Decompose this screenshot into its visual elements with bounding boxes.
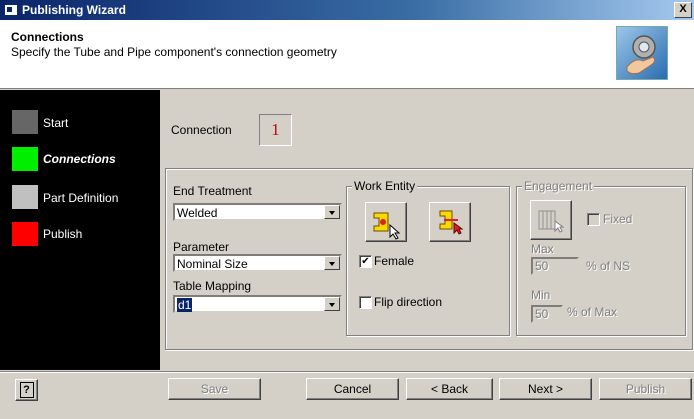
page-subtitle: Specify the Tube and Pipe component's co…	[11, 45, 337, 59]
step-start-indicator	[12, 110, 38, 134]
fixed-checkbox[interactable]	[587, 213, 600, 226]
max-input[interactable]: 50	[531, 257, 579, 275]
engagement-icon	[538, 210, 565, 233]
close-button[interactable]: X	[674, 2, 692, 18]
cancel-button[interactable]: Cancel	[306, 378, 399, 400]
page-title: Connections	[11, 30, 84, 44]
flip-direction-label: Flip direction	[374, 295, 443, 309]
engagement-group-label: Engagement	[522, 179, 595, 193]
next-button[interactable]: Next >	[499, 378, 592, 400]
step-publish-indicator	[12, 222, 38, 246]
help-button[interactable]: ?	[15, 379, 38, 401]
connection-number[interactable]: 1	[259, 114, 292, 146]
connection-label: Connection	[171, 123, 232, 137]
back-button[interactable]: < Back	[406, 378, 493, 400]
help-icon: ?	[19, 382, 34, 398]
save-button[interactable]: Save	[168, 378, 261, 400]
fixed-label: Fixed	[603, 212, 633, 226]
female-label: Female	[374, 254, 415, 268]
end-treatment-label: End Treatment	[173, 184, 252, 198]
min-unit-label: % of Max	[567, 305, 618, 319]
min-input[interactable]: 50	[531, 305, 563, 323]
female-checkbox[interactable]: ✔	[359, 255, 372, 268]
step-publish-label: Publish	[43, 227, 83, 241]
title-bar: Publishing Wizard X	[0, 0, 694, 20]
min-label: Min	[531, 288, 551, 302]
end-treatment-dropdown[interactable]: Welded	[173, 203, 342, 221]
max-label: Max	[531, 242, 554, 256]
wizard-header: Connections Specify the Tube and Pipe co…	[0, 20, 694, 89]
publish-button[interactable]: Publish	[599, 378, 692, 400]
table-mapping-dropdown[interactable]: d1	[173, 295, 342, 313]
step-part-definition-label: Part Definition	[43, 191, 119, 205]
select-alternate-entity-button[interactable]	[429, 202, 471, 242]
app-icon	[5, 5, 17, 15]
window-title: Publishing Wizard	[22, 3, 126, 17]
step-connections-label: Connections	[43, 152, 116, 166]
parameter-label: Parameter	[173, 240, 230, 254]
parameter-dropdown[interactable]: Nominal Size	[173, 254, 342, 272]
flip-direction-checkbox[interactable]	[359, 296, 372, 309]
step-part-definition-indicator	[12, 185, 38, 209]
work-entity-group-label: Work Entity	[352, 179, 418, 193]
chevron-down-icon[interactable]	[324, 205, 340, 219]
chevron-down-icon[interactable]	[324, 297, 340, 311]
main-panel: Connection 1 End Treatment Welded Parame…	[162, 92, 694, 372]
footer-separator	[0, 371, 694, 373]
engagement-button[interactable]	[530, 200, 572, 240]
step-start-label: Start	[43, 116, 69, 130]
work-entity-select-icon	[373, 212, 401, 240]
parameter-value: Nominal Size	[177, 257, 248, 271]
work-entity-alt-icon	[439, 210, 464, 235]
select-work-entity-button[interactable]	[365, 202, 407, 242]
step-connections-indicator	[12, 147, 38, 171]
end-treatment-value: Welded	[177, 206, 218, 220]
hand-gear-icon	[616, 26, 668, 80]
table-mapping-value: d1	[177, 298, 193, 312]
table-mapping-label: Table Mapping	[173, 279, 252, 293]
max-unit-label: % of NS	[586, 259, 631, 273]
wizard-steps-panel: Start Connections Part Definition Publis…	[0, 90, 160, 370]
chevron-down-icon[interactable]	[324, 256, 340, 270]
